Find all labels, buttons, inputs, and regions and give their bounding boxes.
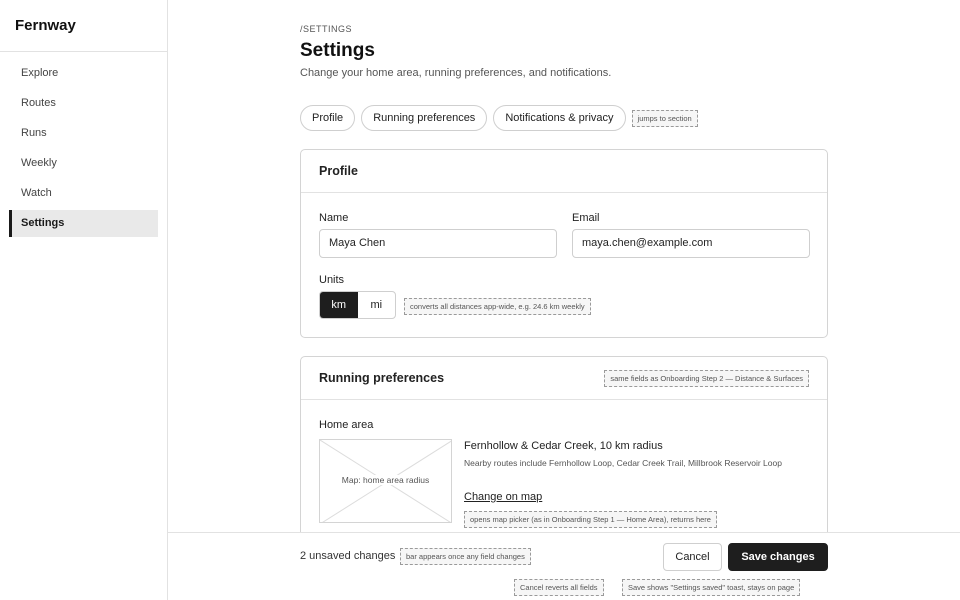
sidebar-item-runs[interactable]: Runs xyxy=(9,120,158,147)
save-changes-button[interactable]: Save changes xyxy=(728,543,828,571)
sidebar: Fernway Explore Routes Runs Weekly Watch… xyxy=(0,0,168,600)
sidebar-item-settings[interactable]: Settings xyxy=(9,210,158,237)
sidebar-item-explore[interactable]: Explore xyxy=(9,60,158,87)
tab-running-preferences[interactable]: Running preferences xyxy=(361,105,488,131)
units-annotation: converts all distances app-wide, e.g. 24… xyxy=(404,298,591,315)
name-input[interactable]: Maya Chen xyxy=(319,229,557,258)
profile-card-title: Profile xyxy=(301,150,827,193)
tabs-annotation: jumps to section xyxy=(631,109,698,127)
units-toggle: km mi xyxy=(319,291,396,319)
change-map-annotation: opens map picker (as in Onboarding Step … xyxy=(464,511,717,528)
unsaved-count: 2 unsaved changes xyxy=(300,550,396,562)
cancel-button[interactable]: Cancel xyxy=(663,543,722,571)
unsaved-annotation: bar appears once any field changes xyxy=(400,548,531,565)
units-km-option[interactable]: km xyxy=(320,292,358,318)
running-preferences-card: Running preferences same fields as Onboa… xyxy=(300,356,828,556)
unsaved-changes-bar: 2 unsaved changes bar appears once any f… xyxy=(168,532,960,600)
sidebar-item-routes[interactable]: Routes xyxy=(9,90,158,117)
name-label: Name xyxy=(319,212,349,224)
page-subtitle: Change your home area, running preferenc… xyxy=(300,67,612,79)
email-input[interactable]: maya.chen@example.com xyxy=(572,229,810,258)
tab-profile[interactable]: Profile xyxy=(300,105,356,131)
map-placeholder-label: Map: home area radius xyxy=(320,475,451,485)
running-annotation: same fields as Onboarding Step 2 — Dista… xyxy=(604,370,809,387)
sidebar-item-weekly[interactable]: Weekly xyxy=(9,150,158,177)
app-logo: Fernway xyxy=(0,0,167,52)
units-mi-option[interactable]: mi xyxy=(358,292,396,318)
sidebar-item-watch[interactable]: Watch xyxy=(9,180,158,207)
main-content: /SETTINGS Settings Change your home area… xyxy=(168,0,960,600)
map-placeholder: Map: home area radius xyxy=(319,439,452,523)
home-area-name: Fernhollow & Cedar Creek, 10 km radius xyxy=(464,440,663,452)
units-label: Units xyxy=(319,274,345,286)
cancel-annotation: Cancel reverts all fields xyxy=(514,579,604,596)
email-label: Email xyxy=(572,212,600,224)
sidebar-nav: Explore Routes Runs Weekly Watch Setting… xyxy=(0,52,167,237)
running-card-header: Running preferences same fields as Onboa… xyxy=(301,357,827,400)
change-on-map-link[interactable]: Change on map xyxy=(464,491,542,503)
section-tabs: Profile Running preferences Notification… xyxy=(300,105,698,131)
breadcrumb: /SETTINGS xyxy=(300,24,353,34)
running-card-title: Running preferences xyxy=(319,371,445,385)
page-title: Settings xyxy=(300,40,375,61)
profile-card: Profile Name Maya Chen Email maya.chen@e… xyxy=(300,149,828,338)
home-area-label: Home area xyxy=(319,419,374,431)
nearby-routes-text: Nearby routes include Fernhollow Loop, C… xyxy=(464,458,782,468)
save-annotation: Save shows "Settings saved" toast, stays… xyxy=(622,579,801,596)
tab-notifications-privacy[interactable]: Notifications & privacy xyxy=(493,105,626,131)
